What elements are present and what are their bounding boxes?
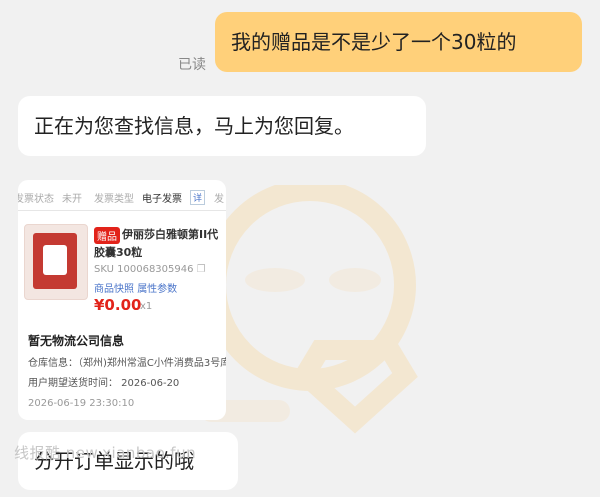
invoice-detail-button[interactable]: 详 [190,190,206,205]
outgoing-message-bubble[interactable]: 我的赠品是不是少了一个30粒的 [215,12,582,72]
invoice-status-label: 发票状态 [18,194,54,205]
logistics-title: 暂无物流公司信息 [28,334,125,348]
expected-delivery-time: 用户期望送货时间： 2026-06-20 [28,378,180,389]
warehouse-info: 仓库信息：（郑州)郑州常温C小件消费品3号库 [28,358,226,369]
order-timestamp: 2026-06-19 23:30:10 [28,398,135,409]
product-price: ¥0.00 [94,296,142,314]
product-links: 商品快照 属性参数 [94,280,177,295]
invoice-extra-label: 发 [214,194,224,205]
read-status: 已读 [178,57,206,73]
mascot-watermark-icon [200,185,418,434]
snapshot-link[interactable]: 商品快照 [94,284,134,295]
gift-badge: 赠品 [94,227,120,244]
divider [18,210,226,211]
reply-message-bubble[interactable]: 正在为您查找信息，马上为您回复。 [18,96,426,156]
copy-icon[interactable]: ❐ [197,264,206,275]
site-watermark: 线报酷 new.xianbao.fun [14,444,197,462]
order-card[interactable]: 发票状态 未开 发票类型 电子发票 详 发 伊丽莎白雅顿第II代胶囊30粒 赠品… [18,180,226,420]
invoice-status-value: 未开 [62,194,82,205]
invoice-type-value: 电子发票 [142,194,182,205]
invoice-tabs: 发票状态 未开 发票类型 电子发票 详 发 [18,190,226,208]
outgoing-message-text: 我的赠品是不是少了一个30粒的 [231,30,517,54]
product-sku: SKU 100068305946 ❐ [94,264,206,275]
params-link[interactable]: 属性参数 [137,284,177,295]
product-quantity: x1 [140,301,153,312]
reply-message-text: 正在为您查找信息，马上为您回复。 [34,114,354,138]
product-thumbnail[interactable] [24,224,88,300]
invoice-type-label: 发票类型 [94,194,134,205]
